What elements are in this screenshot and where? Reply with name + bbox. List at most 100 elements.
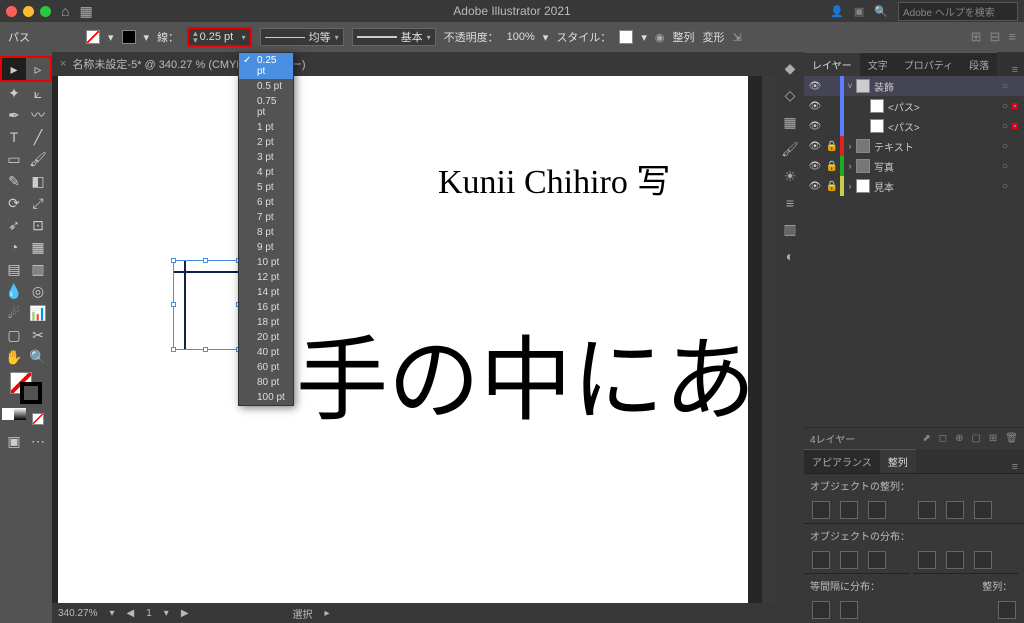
artboard-number[interactable]: 1	[146, 608, 152, 619]
brushes-panel-icon[interactable]: 🖌	[781, 141, 799, 158]
zoom-window-icon[interactable]	[40, 6, 51, 17]
expand-toggle-icon[interactable]: ›	[844, 141, 856, 151]
tab-paragraph[interactable]: 段落	[961, 52, 997, 76]
align-vcenter-icon[interactable]	[946, 501, 964, 519]
panel-menu-icon[interactable]: ≡	[1006, 461, 1024, 473]
color-panel-icon[interactable]: ◆	[785, 60, 796, 77]
new-sublayer-icon[interactable]: ⊕	[955, 433, 963, 444]
align-to-selection-icon[interactable]	[998, 601, 1016, 619]
recolor-icon[interactable]: ◉	[655, 31, 665, 44]
dist-right-icon[interactable]	[974, 551, 992, 569]
ctrl-extra-icon[interactable]: ⊟	[990, 29, 1001, 45]
gradient-tool[interactable]: ▥	[26, 258, 50, 280]
lock-toggle-icon[interactable]: 🔒	[824, 161, 840, 172]
layer-name[interactable]: 装飾	[874, 79, 894, 94]
stroke-option[interactable]: 60 pt	[239, 360, 293, 375]
stroke-option[interactable]: 6 pt	[239, 195, 293, 210]
stroke-option[interactable]: 1 pt	[239, 120, 293, 135]
resize-handle[interactable]	[203, 347, 208, 352]
minimize-window-icon[interactable]	[23, 6, 34, 17]
screen-mode-icon[interactable]: ▣	[2, 430, 26, 452]
brush-dropdown[interactable]: 基本▾	[352, 28, 436, 46]
dist-vspace-icon[interactable]	[812, 601, 830, 619]
dist-top-icon[interactable]	[812, 551, 830, 569]
width-profile-dropdown[interactable]: 均等▾	[260, 28, 344, 46]
perspective-tool[interactable]: ▦	[26, 236, 50, 258]
stroke-option[interactable]: 9 pt	[239, 240, 293, 255]
new-layer-icon[interactable]: ⊞	[989, 433, 997, 444]
nav-next-icon[interactable]: ▶	[181, 608, 189, 619]
vertical-scrollbar[interactable]	[762, 76, 776, 603]
nav-prev-icon[interactable]: ◀	[127, 608, 135, 619]
layer-row[interactable]: 👁🔒›見本○	[804, 176, 1024, 196]
eraser-tool[interactable]: ◧	[26, 170, 50, 192]
tab-align[interactable]: 整列	[880, 449, 916, 473]
make-clipping-mask-icon[interactable]: ◻	[939, 433, 947, 444]
stroke-panel-icon[interactable]: ≡	[786, 195, 794, 211]
stroke-option[interactable]: 0.5 pt	[239, 79, 293, 94]
align-hcenter-icon[interactable]	[840, 501, 858, 519]
zoom-level[interactable]: 340.27%	[58, 608, 97, 619]
stroke-option[interactable]: 2 pt	[239, 135, 293, 150]
dist-bottom-icon[interactable]	[868, 551, 886, 569]
stroke-weight-input[interactable]	[200, 31, 240, 43]
align-label[interactable]: 整列	[672, 29, 694, 45]
stroke-option[interactable]: 12 pt	[239, 270, 293, 285]
panel-menu-icon[interactable]: ≡	[1006, 64, 1024, 76]
pen-tool[interactable]: ✒	[2, 104, 26, 126]
help-search-input[interactable]: Adobe ヘルプを検索	[898, 2, 1018, 21]
stroke-indicator[interactable]	[20, 382, 42, 404]
tab-appearance[interactable]: アピアランス	[804, 449, 880, 473]
document-tab[interactable]: × 名称未設定-5* @ 340.27 % (CMYK/プレビュー)	[52, 52, 776, 76]
style-swatch[interactable]	[619, 30, 633, 44]
stroke-option[interactable]: 7 pt	[239, 210, 293, 225]
stroke-option[interactable]: 0.25 pt	[239, 53, 293, 79]
visibility-toggle-icon[interactable]: 👁	[806, 181, 824, 192]
target-icon[interactable]: ○	[996, 161, 1008, 172]
resize-handle[interactable]	[171, 302, 176, 307]
stepper-icon[interactable]: ▴▾	[193, 30, 198, 44]
shape-builder-tool[interactable]: ◔	[2, 236, 26, 258]
swatches-panel-icon[interactable]: ▦	[783, 114, 796, 131]
curvature-tool[interactable]: 〰	[26, 104, 50, 126]
graph-tool[interactable]: 📊	[26, 302, 50, 324]
isolate-icon[interactable]: ⇲	[732, 31, 741, 44]
zoom-tool[interactable]: 🔍	[26, 346, 50, 368]
canvas[interactable]: Kunii Chihiro 写 手の中にあ	[58, 76, 748, 603]
dist-hspace-icon[interactable]	[840, 601, 858, 619]
fill-stroke-control[interactable]	[10, 372, 42, 404]
lock-toggle-icon[interactable]: 🔒	[824, 141, 840, 152]
align-right-icon[interactable]	[868, 501, 886, 519]
slice-tool[interactable]: ✂	[26, 324, 50, 346]
fill-swatch[interactable]	[86, 30, 100, 44]
target-icon[interactable]: ○	[996, 181, 1008, 192]
width-tool[interactable]: ➶	[2, 214, 26, 236]
stroke-option[interactable]: 5 pt	[239, 180, 293, 195]
type-tool[interactable]: T	[2, 126, 26, 148]
stroke-swatch-dropdown-icon[interactable]: ▾	[144, 31, 150, 44]
stroke-option[interactable]: 3 pt	[239, 150, 293, 165]
lock-toggle-icon[interactable]: 🔒	[824, 181, 840, 192]
free-transform-tool[interactable]: ⊡	[26, 214, 50, 236]
resize-handle[interactable]	[171, 347, 176, 352]
stroke-option[interactable]: 16 pt	[239, 300, 293, 315]
resize-handle[interactable]	[203, 258, 208, 263]
locate-object-icon[interactable]: ⬈	[922, 433, 930, 444]
blend-tool[interactable]: ◎	[26, 280, 50, 302]
fill-dropdown-icon[interactable]: ▾	[108, 31, 114, 44]
stroke-weight-dropdown[interactable]: 0.25 pt0.5 pt0.75 pt1 pt2 pt3 pt4 pt5 pt…	[238, 52, 294, 406]
edit-toolbar-icon[interactable]: ⋯	[26, 430, 50, 452]
gradient-panel-icon[interactable]: ▥	[783, 221, 796, 238]
close-window-icon[interactable]	[6, 6, 17, 17]
visibility-toggle-icon[interactable]: 👁	[806, 121, 824, 132]
opacity-value[interactable]: 100%	[507, 31, 535, 43]
ctrl-extra-icon[interactable]: ⊞	[971, 29, 982, 45]
stroke-option[interactable]: 40 pt	[239, 345, 293, 360]
tab-properties[interactable]: プロパティ	[896, 52, 961, 76]
new-layer-icon[interactable]: ▢	[971, 433, 980, 444]
stroke-option[interactable]: 20 pt	[239, 330, 293, 345]
layer-row[interactable]: 👁🔒›写真○	[804, 156, 1024, 176]
stroke-option[interactable]: 10 pt	[239, 255, 293, 270]
selection-bounding-box[interactable]	[173, 260, 239, 350]
visibility-toggle-icon[interactable]: 👁	[806, 161, 824, 172]
